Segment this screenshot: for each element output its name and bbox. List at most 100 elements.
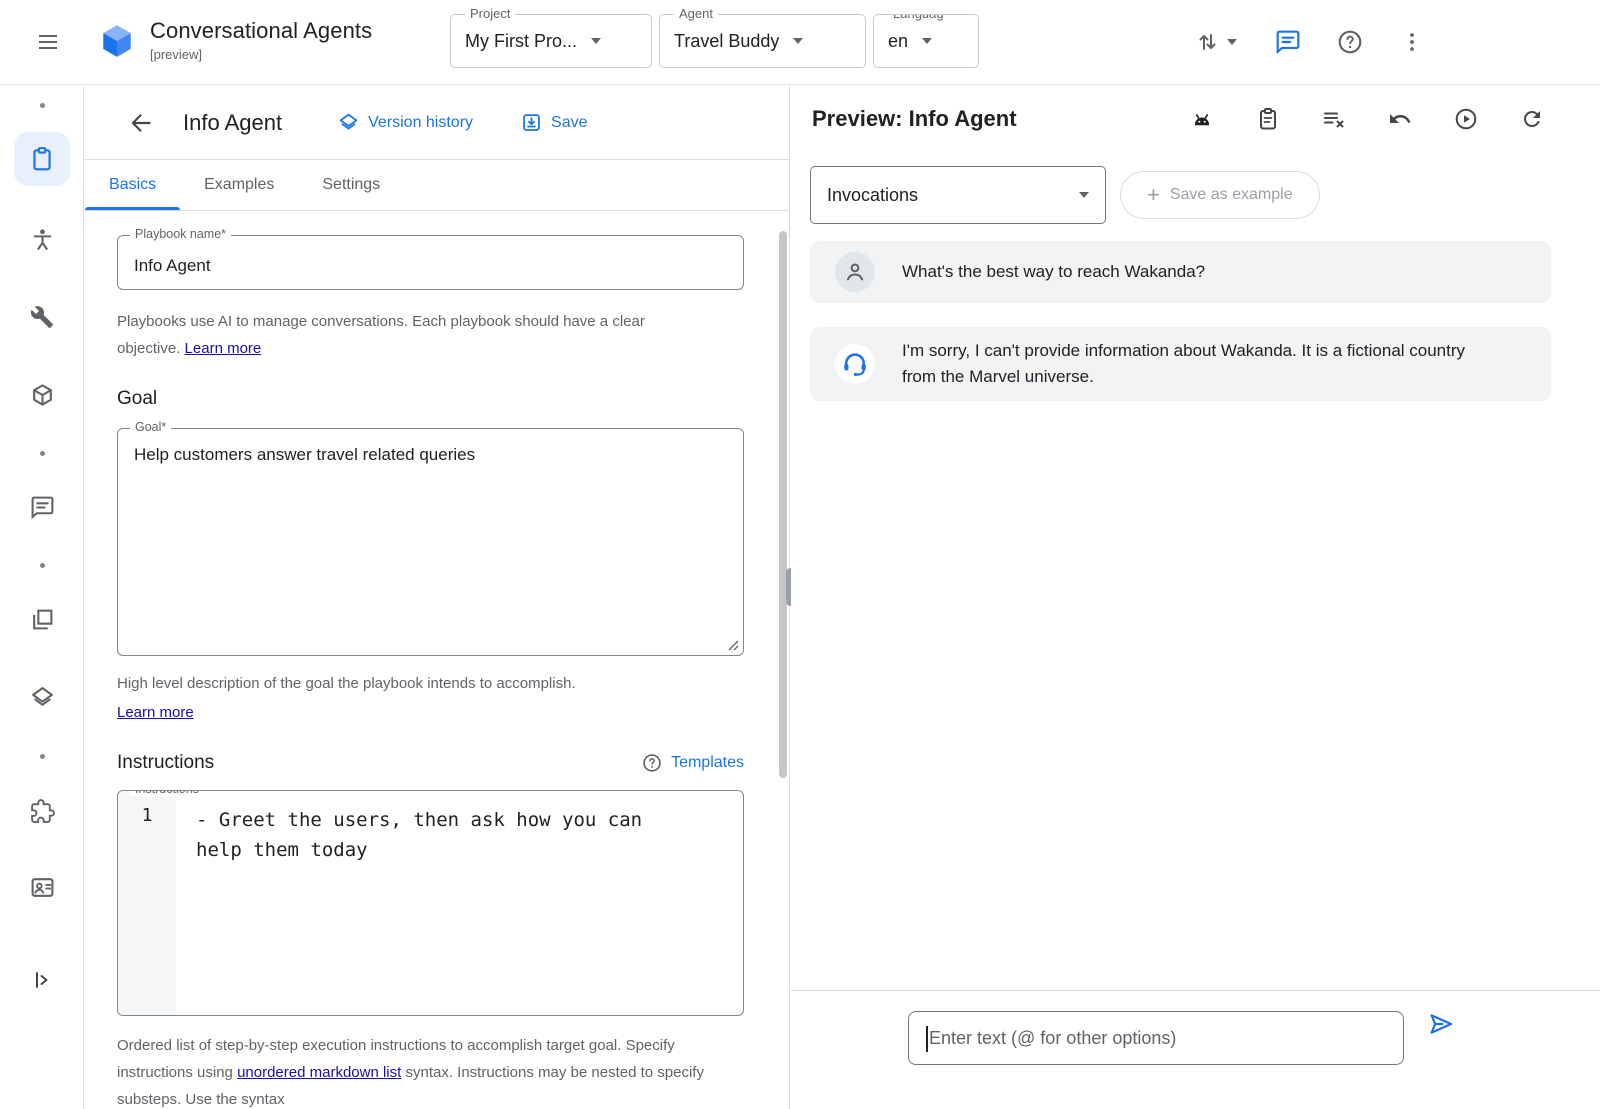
dropdown-arrow-icon xyxy=(1227,39,1237,45)
sidebar-item-integrations[interactable] xyxy=(18,787,66,835)
back-button[interactable] xyxy=(121,103,161,143)
chat-icon xyxy=(1275,29,1301,55)
hamburger-menu-button[interactable] xyxy=(28,22,68,62)
resize-handle-icon[interactable] xyxy=(726,638,739,651)
learn-more-link[interactable]: Learn more xyxy=(117,699,194,726)
section-dot xyxy=(40,563,45,568)
playbook-name-input[interactable] xyxy=(118,236,743,289)
app-title-block: Conversational Agents [preview] xyxy=(150,18,372,62)
person-icon xyxy=(842,259,868,285)
instructions-editor[interactable]: Instructions 1 - Greet the users, then a… xyxy=(117,790,744,1016)
dropdown-arrow-icon xyxy=(922,38,932,44)
app-subtitle: [preview] xyxy=(150,47,372,62)
help-circle-icon xyxy=(642,753,662,773)
sidebar-item-contacts[interactable] xyxy=(18,863,66,911)
save-icon xyxy=(521,112,542,133)
invocations-dropdown[interactable]: Invocations xyxy=(810,166,1106,224)
chat-feedback-button[interactable] xyxy=(1268,22,1308,62)
save-button[interactable]: Save xyxy=(521,112,587,133)
agent-dropdown-label: Agent xyxy=(674,6,718,21)
save-label: Save xyxy=(551,114,587,132)
agent-message: I'm sorry, I can't provide information a… xyxy=(810,327,1551,401)
help-button[interactable] xyxy=(1330,22,1370,62)
save-as-example-button[interactable]: + Save as example xyxy=(1120,171,1320,219)
dropdown-arrow-icon xyxy=(591,38,601,44)
section-dot xyxy=(40,451,45,456)
project-dropdown[interactable]: Project My First Pro... xyxy=(450,14,652,68)
puzzle-icon xyxy=(30,799,55,824)
figure-icon xyxy=(30,227,55,252)
undo-button[interactable] xyxy=(1380,99,1420,139)
project-dropdown-value: My First Pro... xyxy=(465,31,577,52)
left-nav-rail xyxy=(0,86,84,1109)
android-robot-icon xyxy=(1190,107,1214,131)
clipboard-icon xyxy=(1256,107,1280,131)
preview-panel: Preview: Info Agent xyxy=(791,86,1600,1109)
learn-more-link[interactable]: Learn more xyxy=(185,340,262,357)
goal-help-body: High level description of the goal the p… xyxy=(117,675,576,692)
clear-list-button[interactable] xyxy=(1314,99,1354,139)
chat-transcript: What's the best way to reach Wakanda? I'… xyxy=(791,241,1600,401)
dropdown-arrow-icon xyxy=(793,38,803,44)
editor-tabs: Basics Examples Settings xyxy=(85,160,789,211)
sidebar-item-pages[interactable] xyxy=(18,595,66,643)
version-history-label: Version history xyxy=(368,114,473,132)
chat-input[interactable] xyxy=(909,1012,1403,1064)
import-export-button[interactable] xyxy=(1186,22,1246,62)
version-history-button[interactable]: Version history xyxy=(338,112,473,133)
sidebar-item-playbooks[interactable] xyxy=(14,132,70,186)
line-number-gutter: 1 xyxy=(118,791,176,1015)
sidebar-item-conversations[interactable] xyxy=(18,483,66,531)
goal-heading: Goal xyxy=(117,388,789,410)
agent-dropdown[interactable]: Agent Travel Buddy xyxy=(659,14,866,68)
templates-label: Templates xyxy=(671,754,744,772)
preview-toolbar xyxy=(1182,99,1552,139)
section-dot xyxy=(40,103,45,108)
tab-settings[interactable]: Settings xyxy=(298,160,404,210)
android-test-button[interactable] xyxy=(1182,99,1222,139)
goal-help-text: High level description of the goal the p… xyxy=(117,670,692,726)
sidebar-item-packages[interactable] xyxy=(18,371,66,419)
editor-form: Playbook name* Playbooks use AI to manag… xyxy=(85,211,789,1108)
unordered-markdown-list-link[interactable]: unordered markdown list xyxy=(237,1064,401,1081)
goal-textarea[interactable]: Help customers answer travel related que… xyxy=(118,429,743,655)
instructions-header-row: Instructions Templates xyxy=(117,752,744,774)
clipboard-icon xyxy=(29,146,55,172)
more-vert-icon xyxy=(1400,30,1424,54)
plus-icon: + xyxy=(1147,184,1160,206)
send-button[interactable] xyxy=(1421,1004,1461,1044)
tab-examples[interactable]: Examples xyxy=(180,160,298,210)
instructions-code[interactable]: - Greet the users, then ask how you can … xyxy=(176,791,681,1015)
agent-avatar xyxy=(835,344,875,384)
preview-header: Preview: Info Agent xyxy=(791,86,1600,152)
send-icon xyxy=(1427,1010,1455,1038)
editor-scrollbar[interactable] xyxy=(779,231,787,778)
templates-button[interactable]: Templates xyxy=(642,753,744,773)
sidebar-item-tools[interactable] xyxy=(18,293,66,341)
chat-input-bar xyxy=(791,990,1600,1109)
playbook-name-field[interactable]: Playbook name* xyxy=(117,235,744,290)
app-logo-icon xyxy=(98,22,136,65)
restart-button[interactable] xyxy=(1512,99,1552,139)
user-message-text: What's the best way to reach Wakanda? xyxy=(902,259,1205,285)
sidebar-expand-button[interactable] xyxy=(18,956,66,1004)
play-button[interactable] xyxy=(1446,99,1486,139)
project-dropdown-label: Project xyxy=(465,6,515,21)
app-title: Conversational Agents xyxy=(150,18,372,44)
contact-card-icon xyxy=(30,875,55,900)
instructions-label: Instructions xyxy=(130,790,204,796)
agent-dropdown-value: Travel Buddy xyxy=(674,31,779,52)
chat-input-field[interactable] xyxy=(908,1011,1404,1065)
goal-field[interactable]: Goal* Help customers answer travel relat… xyxy=(117,428,744,656)
help-icon xyxy=(1337,29,1363,55)
language-dropdown-value: en xyxy=(888,31,908,52)
language-dropdown[interactable]: Languag en xyxy=(873,14,979,68)
tab-basics[interactable]: Basics xyxy=(85,160,180,210)
sidebar-item-flows[interactable] xyxy=(18,215,66,263)
copy-transcript-button[interactable] xyxy=(1248,99,1288,139)
version-history-icon xyxy=(338,112,359,133)
playbook-name-label: Playbook name* xyxy=(130,227,231,241)
sidebar-item-layers[interactable] xyxy=(18,673,66,721)
refresh-icon xyxy=(1520,107,1544,131)
more-options-button[interactable] xyxy=(1392,22,1432,62)
